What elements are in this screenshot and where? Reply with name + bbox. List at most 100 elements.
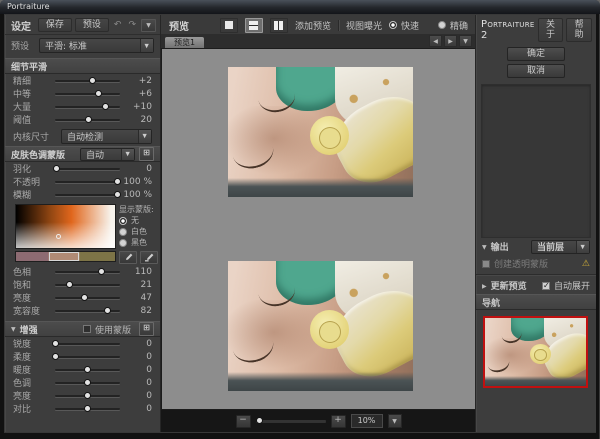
slider-thumb[interactable] [89, 77, 96, 84]
save-button[interactable]: 保存 [38, 18, 72, 32]
auto-expand-checkbox[interactable] [542, 282, 550, 290]
radio-selected-icon[interactable] [119, 217, 127, 225]
ok-button[interactable]: 确定 [507, 47, 565, 61]
vertical-split-view-button[interactable] [270, 18, 288, 33]
sharpness-slider[interactable] [55, 343, 120, 345]
warmth-slider[interactable] [55, 369, 120, 371]
kernel-size-select[interactable]: 自动检测 [61, 129, 152, 144]
use-mask-checkbox[interactable]: 使用蒙版 [83, 323, 131, 336]
eyedropper-remove-icon[interactable] [140, 251, 158, 264]
window-titlebar[interactable]: Portraiture [0, 0, 600, 14]
slider-thumb[interactable] [52, 353, 59, 360]
mask-option-white[interactable]: 白色 [119, 226, 158, 237]
chevron-down-icon[interactable] [576, 241, 589, 253]
skin-tone-gradient-picker[interactable] [15, 204, 116, 249]
collapse-icon[interactable] [11, 324, 16, 334]
collapse-icon[interactable] [482, 242, 487, 252]
expand-icon[interactable] [482, 281, 487, 291]
chevron-down-icon[interactable] [138, 130, 151, 143]
zoom-out-icon[interactable] [236, 415, 251, 428]
slider-thumb[interactable] [84, 392, 91, 399]
slider-thumb[interactable] [84, 379, 91, 386]
zoom-in-icon[interactable] [331, 415, 346, 428]
transparency-checkbox[interactable] [482, 260, 490, 268]
hue-strip[interactable] [15, 251, 116, 262]
hue-slider[interactable] [55, 271, 120, 273]
preview-viewport[interactable] [161, 48, 476, 410]
view-exposure-button[interactable]: 视图曝光 [346, 19, 382, 32]
slider-thumb[interactable] [102, 103, 109, 110]
mask-option-black[interactable]: 黑色 [119, 237, 158, 248]
redo-icon[interactable] [126, 20, 138, 30]
radio-icon[interactable] [438, 21, 446, 29]
help-button[interactable]: 帮助 [566, 18, 592, 42]
slider-thumb[interactable] [81, 294, 88, 301]
slider-thumb[interactable] [95, 90, 102, 97]
slider-thumb[interactable] [84, 366, 91, 373]
latitude-slider[interactable] [55, 310, 120, 312]
slider-thumb[interactable] [52, 340, 59, 347]
picker-crosshair-icon[interactable] [56, 234, 61, 239]
add-preview-button[interactable]: 添加预览 [295, 19, 331, 32]
hue-selection-handle[interactable] [49, 252, 80, 261]
eyedropper-add-icon[interactable] [119, 251, 137, 264]
update-preview-label[interactable]: 更新预览 [491, 279, 527, 292]
enhance-expand-icon[interactable] [139, 322, 154, 336]
slider-thumb[interactable] [104, 307, 111, 314]
settings-menu-dropdown-icon[interactable] [141, 19, 156, 32]
chevron-down-icon[interactable] [121, 149, 134, 160]
slider-thumb[interactable] [66, 281, 73, 288]
tab-scroll-left-icon[interactable] [429, 35, 442, 47]
saturation-slider[interactable] [55, 284, 120, 286]
fast-radio[interactable]: 快速 [389, 19, 419, 32]
cancel-button[interactable]: 取消 [507, 64, 565, 78]
navigator-thumbnail[interactable] [485, 318, 586, 386]
slider-thumb[interactable] [53, 165, 60, 172]
softness-slider[interactable] [55, 356, 120, 358]
about-button[interactable]: 关于 [538, 18, 564, 42]
opacity-slider[interactable] [55, 181, 120, 183]
mask-expand-icon[interactable] [139, 147, 154, 161]
contrast-slider[interactable] [55, 408, 120, 410]
slider-thumb[interactable] [85, 116, 92, 123]
presets-button[interactable]: 预设 [75, 18, 109, 32]
zoom-slider[interactable] [256, 420, 326, 422]
mask-option-none[interactable]: 无 [119, 215, 158, 226]
chevron-down-icon[interactable] [140, 39, 153, 52]
slider-thumb[interactable] [114, 178, 121, 185]
mask-brightness-slider[interactable] [55, 297, 120, 299]
slider-thumb[interactable] [98, 268, 105, 275]
output-destination-select[interactable]: 当前层 [531, 240, 590, 254]
zoom-value[interactable]: 10% [351, 414, 383, 428]
medium-slider[interactable] [55, 93, 120, 95]
slider-row: 精细 +2 [5, 74, 160, 87]
preset-select[interactable]: 平滑: 标准 [39, 38, 154, 53]
threshold-slider[interactable] [55, 119, 120, 121]
enh-brightness-slider[interactable] [55, 395, 120, 397]
slider-row: 对比 0 [5, 402, 160, 415]
accurate-radio[interactable]: 精确 [438, 19, 468, 32]
large-slider[interactable] [55, 106, 120, 108]
radio-selected-icon[interactable] [389, 21, 397, 29]
preview-panel: 预览 添加预览 视图曝光 快速 精确 预览1 [161, 15, 476, 432]
navigator-box[interactable] [483, 316, 588, 388]
feather-slider[interactable] [55, 168, 120, 170]
radio-icon[interactable] [119, 239, 127, 247]
horizontal-split-view-button[interactable] [245, 18, 263, 33]
slider-thumb[interactable] [114, 191, 121, 198]
bottle-nipple-layer [319, 321, 341, 343]
zoom-slider-thumb[interactable] [256, 417, 263, 424]
single-view-button[interactable] [220, 18, 238, 33]
zoom-dropdown-icon[interactable] [388, 414, 402, 428]
fuzz-slider[interactable] [55, 194, 120, 196]
tab-scroll-right-icon[interactable] [444, 35, 457, 47]
checkbox-icon[interactable] [83, 325, 91, 333]
slider-thumb[interactable] [84, 405, 91, 412]
tab-menu-icon[interactable] [459, 35, 472, 47]
tint-slider[interactable] [55, 382, 120, 384]
undo-icon[interactable] [112, 20, 124, 30]
mask-mode-select[interactable]: 自动 [80, 148, 135, 161]
sharpness-label: 锐度 [13, 337, 55, 350]
radio-icon[interactable] [119, 228, 127, 236]
fine-slider[interactable] [55, 80, 120, 82]
